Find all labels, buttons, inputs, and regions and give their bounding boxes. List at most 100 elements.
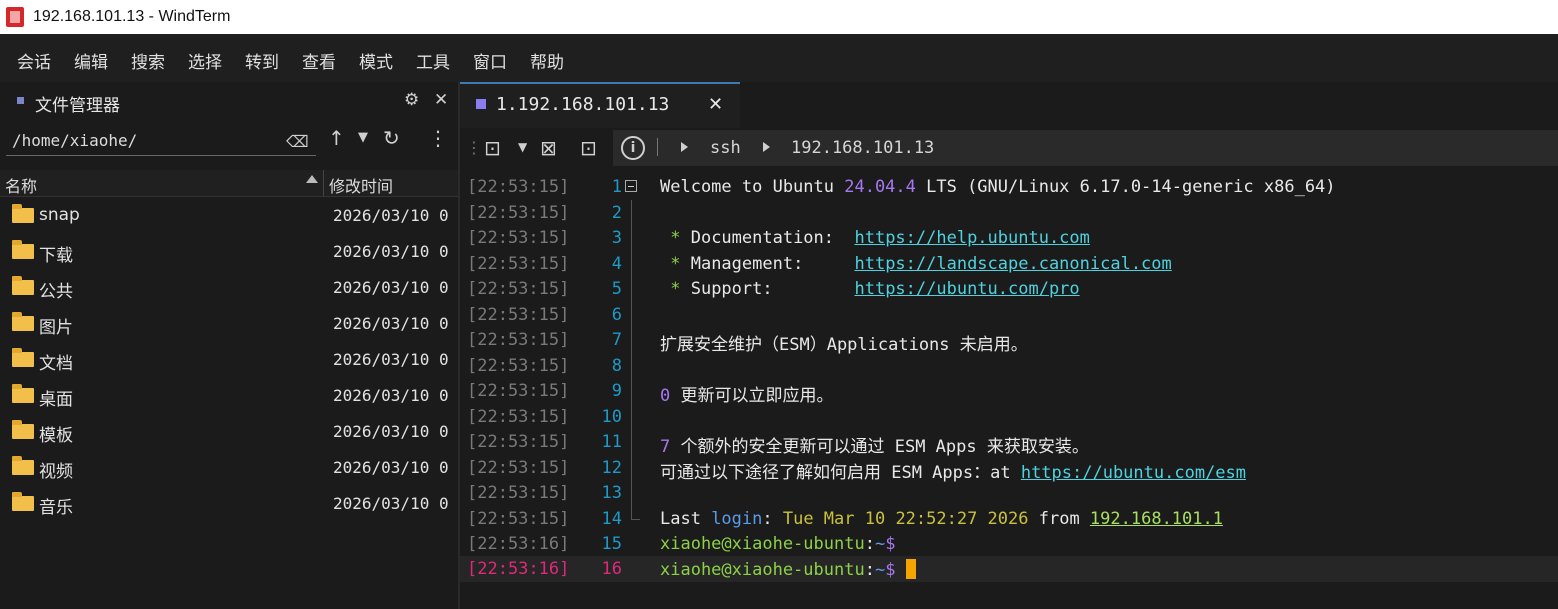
fold-toggle-icon[interactable]: [625, 180, 637, 192]
terminal-line: [22:53:15] 5 * Support: https://ubuntu.c…: [460, 276, 1558, 302]
link-management[interactable]: https://landscape.canonical.com: [854, 254, 1171, 274]
folder-icon: [12, 276, 34, 295]
new-session-icon[interactable]: ⊡: [484, 136, 501, 160]
terminal-line: [22:53:15] 10: [460, 404, 1558, 430]
file-mtime: 2026/03/10 0: [333, 206, 449, 225]
folder-icon: [12, 420, 34, 439]
session-tab[interactable]: 1.192.168.101.13 ✕: [460, 82, 740, 128]
file-mtime: 2026/03/10 0: [333, 278, 449, 297]
file-name: 文档: [39, 354, 73, 374]
line-text: * Management: https://landscape.canonica…: [660, 254, 1172, 274]
line-number: 7: [611, 330, 622, 350]
column-name[interactable]: 名称: [5, 173, 37, 197]
gear-icon[interactable]: ⚙: [404, 90, 419, 110]
chevron-right-icon: [763, 142, 770, 152]
info-icon[interactable]: i: [621, 136, 645, 160]
breadcrumb: i ssh 192.168.101.13: [613, 130, 1558, 166]
drag-handle-icon[interactable]: ⋮: [466, 138, 482, 157]
menu-select[interactable]: 选择: [188, 48, 222, 73]
fold-gutter: [631, 302, 632, 328]
fold-gutter: [631, 378, 632, 404]
file-mtime: 2026/03/10 0: [333, 422, 449, 441]
line-timestamp: [22:53:15]: [467, 305, 570, 325]
windterm-app-icon: [6, 7, 24, 27]
link-documentation[interactable]: https://help.ubuntu.com: [854, 228, 1089, 248]
line-timestamp: [22:53:15]: [467, 458, 570, 478]
file-name: 图片: [39, 318, 73, 338]
menu-goto[interactable]: 转到: [245, 48, 279, 73]
file-mtime: 2026/03/10 0: [333, 242, 449, 261]
column-divider[interactable]: [323, 170, 324, 196]
file-mtime: 2026/03/10 0: [333, 350, 449, 369]
file-mtime: 2026/03/10 0: [333, 458, 449, 477]
menu-view[interactable]: 查看: [302, 48, 336, 73]
file-row[interactable]: 桌面 2026/03/10 0: [0, 378, 458, 414]
line-timestamp: [22:53:15]: [467, 483, 570, 503]
title-bar: 192.168.101.13 - WindTerm: [0, 0, 1558, 34]
menu-help[interactable]: 帮助: [530, 48, 564, 73]
menu-session[interactable]: 会话: [17, 48, 51, 73]
refresh-icon[interactable]: ↻: [383, 126, 400, 150]
line-timestamp: [22:53:15]: [467, 407, 570, 427]
file-row[interactable]: 文档 2026/03/10 0: [0, 342, 458, 378]
terminal-line: [22:53:15] 9 0 更新可以立即应用。: [460, 378, 1558, 406]
terminal-line: [22:53:15] 3 * Documentation: https://he…: [460, 225, 1558, 251]
file-row[interactable]: 下载 2026/03/10 0: [0, 234, 458, 270]
file-row[interactable]: 音乐 2026/03/10 0: [0, 486, 458, 522]
close-session-icon[interactable]: ⊠: [540, 136, 557, 160]
terminal-line: [22:53:15] 8: [460, 353, 1558, 379]
terminal-line: [22:53:15] 4 * Management: https://lands…: [460, 251, 1558, 277]
pane-marker-icon: [17, 97, 24, 104]
line-timestamp: [22:53:15]: [467, 381, 570, 401]
file-manager-title: 文件管理器: [35, 96, 120, 116]
line-timestamp: [22:53:15]: [467, 254, 570, 274]
fold-gutter: [631, 455, 632, 481]
folder-icon: [12, 384, 34, 403]
file-mtime: 2026/03/10 0: [333, 314, 449, 333]
line-timestamp: [22:53:15]: [467, 356, 570, 376]
file-name: 视频: [39, 462, 73, 482]
session-options-icon[interactable]: ⊡: [580, 136, 597, 160]
line-text: 扩展安全维护（ESM）Applications 未启用。: [660, 335, 1028, 355]
path-input[interactable]: [6, 126, 316, 156]
breadcrumb-host[interactable]: 192.168.101.13: [791, 138, 934, 158]
column-mtime[interactable]: 修改时间: [329, 173, 393, 197]
menu-tools[interactable]: 工具: [416, 48, 450, 73]
fold-end: [631, 506, 640, 520]
menu-edit[interactable]: 编辑: [74, 48, 108, 73]
line-number: 6: [611, 305, 622, 325]
file-row[interactable]: 图片 2026/03/10 0: [0, 306, 458, 342]
file-name: 下载: [39, 246, 73, 266]
terminal-view[interactable]: [22:53:15] 1 Welcome to Ubuntu 24.04.4 L…: [460, 172, 1558, 609]
chevron-down-icon[interactable]: ▼: [518, 140, 527, 154]
file-row[interactable]: 视频 2026/03/10 0: [0, 450, 458, 486]
menu-mode[interactable]: 模式: [359, 48, 393, 73]
file-row[interactable]: 公共 2026/03/10 0: [0, 270, 458, 306]
text-cursor: [905, 559, 916, 579]
folder-icon: [12, 492, 34, 511]
terminal-current-line: [22:53:16] 16 xiaohe@xiaohe-ubuntu:~$: [460, 556, 1558, 582]
line-timestamp: [22:53:15]: [467, 432, 570, 452]
file-name: snap: [39, 205, 80, 225]
close-icon[interactable]: ✕: [434, 90, 448, 110]
clear-input-icon[interactable]: ⌫: [286, 132, 309, 151]
terminal-line: [22:53:15] 7 扩展安全维护（ESM）Applications 未启用…: [460, 327, 1558, 355]
arrow-up-icon[interactable]: ↑: [328, 126, 345, 150]
terminal-toolbar: ⋮ ⊡ ▼ ⊠ ⊡ i ssh 192.168.101.13: [460, 128, 1558, 168]
terminal-line: [22:53:16] 15 xiaohe@xiaohe-ubuntu:~$: [460, 531, 1558, 557]
menu-search[interactable]: 搜索: [131, 48, 165, 73]
chevron-down-icon[interactable]: ▼: [358, 130, 368, 145]
file-row[interactable]: snap 2026/03/10 0: [0, 198, 458, 234]
line-timestamp: [22:53:15]: [467, 203, 570, 223]
line-text: Welcome to Ubuntu 24.04.4 LTS (GNU/Linux…: [660, 177, 1336, 197]
more-icon[interactable]: ⋮: [428, 126, 448, 150]
link-support[interactable]: https://ubuntu.com/pro: [854, 279, 1079, 299]
menu-window[interactable]: 窗口: [473, 48, 507, 73]
terminal-line: [22:53:15] 6: [460, 302, 1558, 328]
breadcrumb-protocol[interactable]: ssh: [710, 138, 741, 158]
close-tab-icon[interactable]: ✕: [708, 94, 723, 115]
file-row[interactable]: 模板 2026/03/10 0: [0, 414, 458, 450]
line-timestamp: [22:53:16]: [467, 534, 570, 554]
line-number: 14: [601, 509, 622, 529]
line-timestamp: [22:53:15]: [467, 279, 570, 299]
